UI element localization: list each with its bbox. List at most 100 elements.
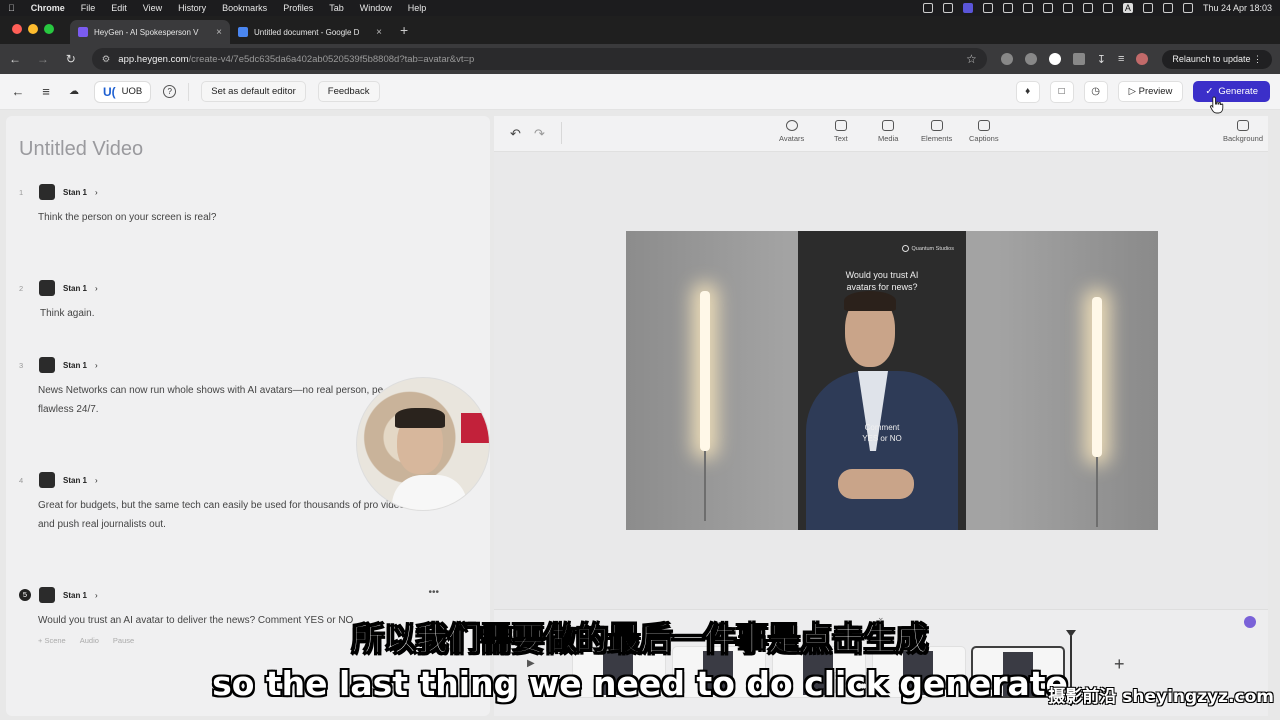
cloud-icon[interactable]: ☁: [66, 86, 82, 97]
status-icon[interactable]: [982, 3, 993, 13]
avatar[interactable]: [39, 587, 55, 603]
scene-avatar-name[interactable]: Stan 1: [63, 188, 87, 197]
scene-2[interactable]: 2 Stan 1 › Think again.: [19, 280, 430, 323]
tool-captions[interactable]: Captions: [969, 120, 999, 143]
menu-view[interactable]: View: [143, 3, 162, 13]
browser-tab-google-doc[interactable]: Untitled document - Google D ×: [230, 20, 390, 44]
avatar-portrait-frame[interactable]: Quantum Studios Would you trust AI avatar…: [798, 231, 966, 530]
tool-text[interactable]: Text: [834, 120, 848, 143]
chevron-right-icon[interactable]: ›: [95, 361, 98, 370]
workspace-switcher[interactable]: U( UOB: [94, 80, 152, 103]
avatar[interactable]: [39, 280, 55, 296]
chevron-right-icon[interactable]: ›: [95, 284, 98, 293]
menu-file[interactable]: File: [81, 3, 96, 13]
undo-icon[interactable]: ↶: [510, 126, 521, 142]
menu-bookmarks[interactable]: Bookmarks: [222, 3, 267, 13]
chevron-right-icon[interactable]: ›: [95, 591, 98, 600]
relaunch-to-update-button[interactable]: Relaunch to update ⋮: [1162, 49, 1272, 69]
control-center-icon[interactable]: [1182, 3, 1193, 13]
menu-tab[interactable]: Tab: [329, 3, 344, 13]
avatar[interactable]: [39, 184, 55, 200]
avatar[interactable]: [39, 472, 55, 488]
tool-media[interactable]: Media: [878, 120, 898, 143]
history-clock-icon[interactable]: ◷: [1083, 80, 1108, 103]
minimize-window-button[interactable]: [28, 24, 38, 34]
tool-background[interactable]: Background: [1223, 120, 1263, 143]
video-comment-text[interactable]: Comment YES or NO: [798, 422, 966, 444]
scene-avatar-name[interactable]: Stan 1: [63, 476, 87, 485]
status-icon[interactable]: [942, 3, 953, 13]
menu-edit[interactable]: Edit: [111, 3, 127, 13]
menu-profiles[interactable]: Profiles: [283, 3, 313, 13]
puzzle-icon[interactable]: [1072, 53, 1085, 65]
wifi-icon[interactable]: [1142, 3, 1153, 13]
url-input[interactable]: ⚙ app.heygen.com/create-v4/7e5dc635da6a4…: [91, 48, 987, 70]
display-icon[interactable]: [1042, 3, 1053, 13]
extension-icon[interactable]: [1024, 53, 1037, 65]
menu-icon[interactable]: ≡: [38, 84, 54, 99]
status-icon[interactable]: [1022, 3, 1033, 13]
menu-help[interactable]: Help: [408, 3, 427, 13]
scene-script-text[interactable]: Great for budgets, but the same tech can…: [38, 496, 410, 534]
tool-avatars[interactable]: Avatars: [779, 120, 804, 143]
extension-icon[interactable]: [1000, 53, 1013, 65]
new-tab-icon[interactable]: +: [400, 22, 408, 38]
menubar-app-name[interactable]: Chrome: [31, 3, 65, 13]
close-tab-icon[interactable]: ×: [376, 27, 382, 38]
scene-script-text[interactable]: Think the person on your screen is real?: [38, 208, 428, 227]
scene-more-options-icon[interactable]: •••: [428, 587, 439, 598]
back-arrow-icon[interactable]: ←: [8, 52, 22, 66]
preview-button[interactable]: ▷ Preview: [1117, 81, 1184, 102]
scene-avatar-name[interactable]: Stan 1: [63, 284, 87, 293]
editor-top-toolbar: ← ≡ ☁ U( UOB ? Set as default editor Fee…: [0, 74, 1280, 110]
moon-icon[interactable]: [1062, 3, 1073, 13]
input-source-icon[interactable]: A: [1122, 3, 1133, 13]
download-icon[interactable]: ↧: [1097, 53, 1106, 66]
chevron-right-icon[interactable]: ›: [95, 476, 98, 485]
back-arrow-icon[interactable]: ←: [10, 84, 26, 99]
brightness-icon[interactable]: [1082, 3, 1093, 13]
presenter-webcam-overlay: [356, 377, 490, 511]
close-tab-icon[interactable]: ×: [216, 27, 222, 38]
video-preview-canvas[interactable]: Quantum Studios Would you trust AI avatar…: [626, 231, 1158, 530]
video-question-text[interactable]: Would you trust AI avatars for news?: [798, 269, 966, 293]
set-default-editor-button[interactable]: Set as default editor: [201, 81, 306, 102]
reading-list-icon[interactable]: ≡: [1118, 53, 1124, 65]
profile-avatar[interactable]: [1136, 53, 1149, 65]
scene-3[interactable]: 3 Stan 1 › News Networks can now run who…: [19, 357, 408, 419]
comments-icon[interactable]: □: [1049, 80, 1074, 103]
menu-history[interactable]: History: [178, 3, 206, 13]
tool-elements[interactable]: Elements: [921, 120, 952, 143]
menu-window[interactable]: Window: [360, 3, 392, 13]
help-icon[interactable]: ?: [163, 85, 177, 98]
video-title[interactable]: Untitled Video: [19, 138, 143, 161]
bookmark-star-icon[interactable]: ☆: [966, 52, 977, 66]
scene-header: 3 Stan 1 ›: [19, 357, 408, 373]
reload-icon[interactable]: ↻: [64, 52, 78, 66]
scene-1[interactable]: 1 Stan 1 › Think the person on your scre…: [19, 184, 428, 227]
redo-icon[interactable]: ↷: [534, 126, 545, 142]
close-window-button[interactable]: [12, 24, 22, 34]
scene-script-text[interactable]: News Networks can now run whole shows wi…: [38, 381, 408, 419]
scene-avatar-name[interactable]: Stan 1: [63, 361, 87, 370]
chevron-right-icon[interactable]: ›: [95, 188, 98, 197]
scene-script-text[interactable]: Think again.: [40, 304, 430, 323]
forward-arrow-icon[interactable]: →: [36, 52, 50, 66]
site-info-icon[interactable]: ⚙: [102, 54, 111, 65]
menubar-clock[interactable]: Thu 24 Apr 18:03: [1203, 3, 1272, 13]
browser-tab-heygen[interactable]: HeyGen - AI Spokesperson V ×: [70, 20, 230, 44]
screen-record-icon[interactable]: [962, 3, 973, 13]
generate-button[interactable]: ✓ Generate: [1193, 81, 1270, 102]
avatar[interactable]: [39, 357, 55, 373]
play-icon[interactable]: [1102, 3, 1113, 13]
search-icon[interactable]: [1162, 3, 1173, 13]
status-icon[interactable]: [1002, 3, 1013, 13]
status-icon[interactable]: [922, 3, 933, 13]
feedback-button[interactable]: Feedback: [317, 81, 380, 102]
apple-icon[interactable]: : [8, 3, 15, 13]
scene-avatar-name[interactable]: Stan 1: [63, 591, 87, 600]
notification-bell-icon[interactable]: ♦: [1015, 80, 1040, 103]
scene-4[interactable]: 4 Stan 1 › Great for budgets, but the sa…: [19, 472, 410, 534]
extension-icon[interactable]: [1048, 53, 1061, 65]
maximize-window-button[interactable]: [44, 24, 54, 34]
